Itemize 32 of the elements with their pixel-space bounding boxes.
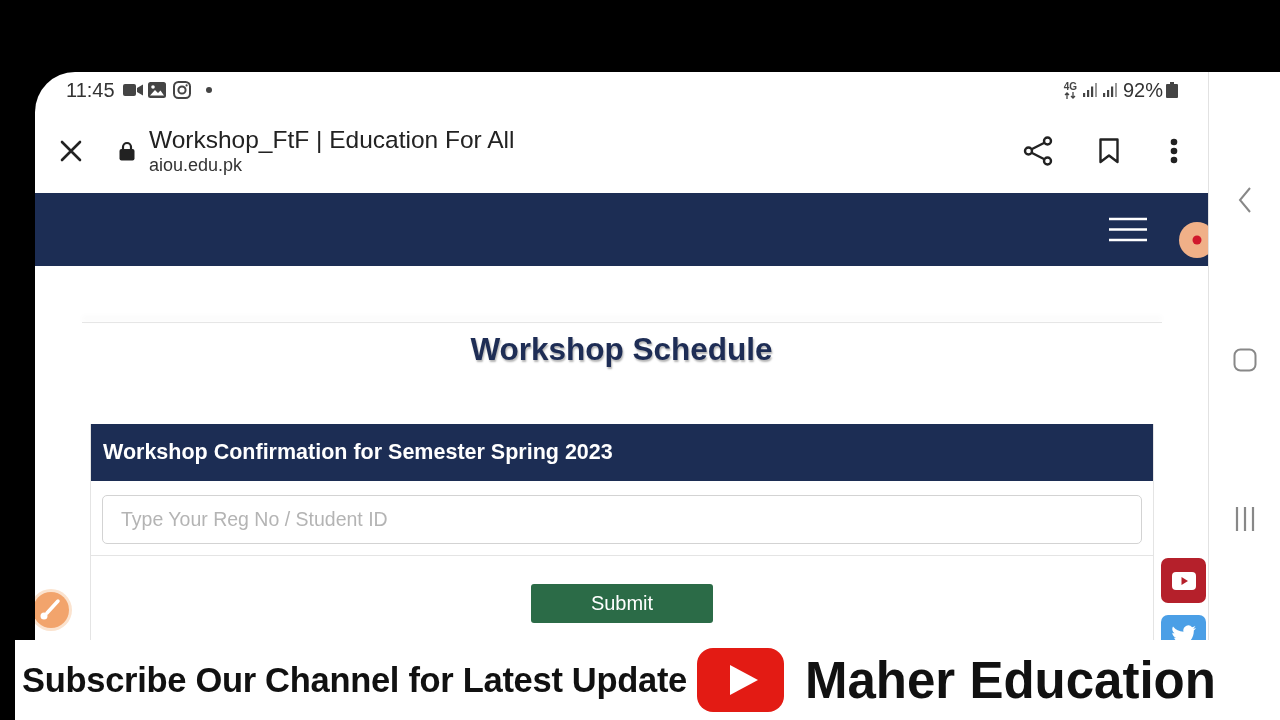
camera-icon bbox=[172, 81, 191, 99]
page-url: aiou.edu.pk bbox=[149, 154, 243, 176]
page-heading: Workshop Schedule bbox=[469, 331, 774, 367]
subscribe-text: Subscribe Our Channel for Latest Update bbox=[22, 660, 687, 700]
bookmark-icon[interactable] bbox=[1099, 137, 1119, 164]
image-icon bbox=[147, 82, 166, 98]
reg-no-field[interactable]: Type Your Reg No / Student ID bbox=[102, 495, 1142, 544]
status-time: 11:45 bbox=[66, 78, 115, 102]
data-arrows-icon bbox=[1064, 91, 1077, 99]
menu-icon[interactable] bbox=[1109, 217, 1147, 242]
signal-icon bbox=[1102, 83, 1117, 97]
form-header: Workshop Confirmation for Semester Spring 2023 bbox=[91, 424, 1153, 481]
recents-icon[interactable] bbox=[1234, 507, 1255, 531]
close-icon[interactable] bbox=[60, 139, 82, 162]
dot-icon bbox=[205, 87, 212, 93]
play-icon[interactable] bbox=[1161, 558, 1206, 603]
lock-icon bbox=[119, 140, 135, 161]
network-type: 4G bbox=[1063, 81, 1077, 92]
home-icon[interactable] bbox=[1232, 348, 1257, 372]
battery-icon bbox=[1166, 82, 1178, 98]
more-options-icon[interactable] bbox=[1170, 137, 1178, 164]
signal-icon bbox=[1082, 83, 1097, 97]
video-camera-icon bbox=[122, 83, 143, 97]
bird-icon[interactable] bbox=[1161, 615, 1206, 640]
battery-percent: 92% bbox=[1122, 78, 1163, 102]
submit-button[interactable]: Submit bbox=[531, 584, 713, 623]
play-logo-icon bbox=[697, 648, 784, 712]
page-title: Workshop_FtF | Education For All bbox=[149, 125, 515, 154]
channel-name: Maher Education bbox=[805, 650, 1216, 710]
back-icon[interactable] bbox=[1237, 187, 1252, 213]
record-bubble-icon[interactable] bbox=[1179, 222, 1208, 258]
share-icon[interactable] bbox=[1023, 135, 1053, 166]
